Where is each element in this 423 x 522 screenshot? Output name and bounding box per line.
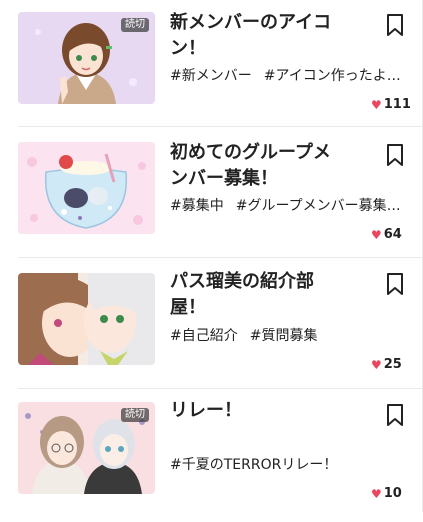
tag-link[interactable]: #千夏のTERRORリレー！ (170, 457, 337, 473)
like-count[interactable]: ♥ 111 (371, 97, 423, 112)
post-tags: #新メンバー #アイコン作ったよ！ (170, 67, 402, 85)
post-tags: #自己紹介 #質問募集 (170, 327, 402, 345)
heart-icon: ♥ (371, 486, 382, 501)
oneshot-badge: 読切 (121, 408, 149, 422)
like-count-value: 25 (383, 357, 402, 372)
tag-link[interactable]: #質問募集 (250, 328, 318, 344)
list-divider (18, 126, 423, 127)
post-thumbnail[interactable] (18, 142, 155, 234)
bookmark-icon[interactable] (384, 272, 406, 296)
tag-link[interactable]: #募集中 (170, 198, 224, 214)
list-divider (18, 388, 423, 389)
post-title[interactable]: 新メンバーのアイコン！ (170, 10, 335, 62)
post-thumbnail[interactable]: 読切 (18, 12, 155, 104)
post-thumbnail[interactable] (18, 273, 155, 365)
tag-link[interactable]: #アイコン作ったよ！ (264, 68, 401, 84)
like-count-value: 111 (383, 97, 411, 112)
post-title[interactable]: パス瑠美の紹介部屋！ (170, 269, 335, 321)
post-thumbnail[interactable]: 読切 (18, 402, 155, 494)
oneshot-badge: 読切 (121, 18, 149, 32)
post-card[interactable]: 読切 リレー！ #千夏のTERRORリレー！ ♥ 10 (0, 392, 423, 522)
list-divider (18, 257, 423, 258)
post-card[interactable]: パス瑠美の紹介部屋！ #自己紹介 #質問募集 ♥ 25 (0, 261, 423, 391)
tag-link[interactable]: #新メンバー (170, 68, 252, 84)
post-title[interactable]: リレー！ (170, 398, 335, 424)
heart-icon: ♥ (371, 357, 382, 372)
heart-icon: ♥ (371, 227, 382, 242)
post-tags: #募集中 #グループメンバー募集… (170, 197, 402, 215)
heart-icon: ♥ (371, 97, 382, 112)
like-count[interactable]: ♥ 64 (371, 227, 423, 242)
like-count[interactable]: ♥ 10 (371, 486, 423, 501)
tag-link[interactable]: #自己紹介 (170, 328, 238, 344)
like-count-value: 10 (383, 486, 402, 501)
post-card[interactable]: 初めてのグループメンバー募集！ #募集中 #グループメンバー募集… ♥ 64 (0, 130, 423, 260)
like-count-value: 64 (383, 227, 402, 242)
post-tags: #千夏のTERRORリレー！ (170, 456, 402, 474)
post-title[interactable]: 初めてのグループメンバー募集！ (170, 140, 335, 192)
bookmark-icon[interactable] (384, 13, 406, 37)
post-card[interactable]: 読切 新メンバーのアイコン！ #新メンバー #アイコン作ったよ！ ♥ 111 (0, 0, 423, 130)
tag-link[interactable]: #グループメンバー募集… (236, 198, 401, 214)
like-count[interactable]: ♥ 25 (371, 357, 423, 372)
bookmark-icon[interactable] (384, 403, 406, 427)
bookmark-icon[interactable] (384, 143, 406, 167)
